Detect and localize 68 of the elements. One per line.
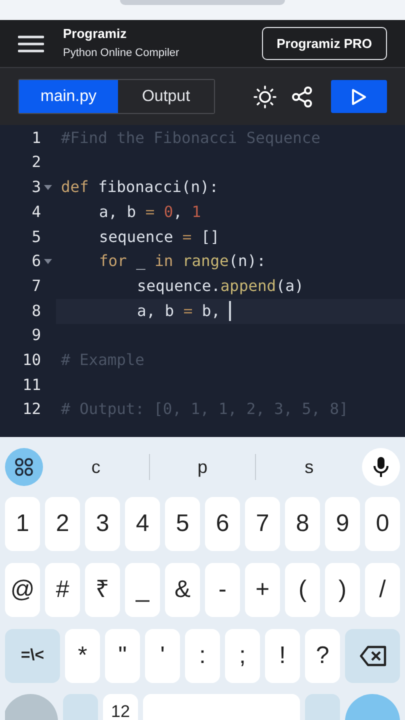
backspace-key[interactable] — [345, 629, 400, 683]
line-number: 5 — [30, 226, 41, 248]
key[interactable]: ( — [285, 563, 320, 617]
apps-button[interactable] — [5, 448, 43, 486]
fold-arrow-icon[interactable] — [44, 258, 52, 265]
share-icon[interactable] — [291, 86, 313, 108]
theme-sun-icon[interactable] — [253, 84, 277, 108]
symbols-key[interactable]: =\< — [5, 629, 60, 683]
key[interactable]: * — [65, 629, 100, 683]
key[interactable]: " — [105, 629, 140, 683]
key[interactable]: 3 — [85, 497, 120, 551]
key[interactable]: / — [365, 563, 400, 617]
suggestion[interactable]: p — [150, 454, 256, 480]
line-number: 9 — [30, 325, 41, 346]
code-line: sequence = [] — [99, 226, 220, 248]
key[interactable]: ! — [265, 629, 300, 683]
file-tab[interactable]: main.py — [19, 80, 118, 113]
key[interactable]: & — [165, 563, 200, 617]
line-number: 2 — [30, 152, 41, 174]
microphone-icon — [373, 456, 389, 478]
key[interactable]: 4 — [125, 497, 160, 551]
key[interactable]: 7 — [245, 497, 280, 551]
key[interactable]: # — [45, 563, 80, 617]
menu-icon[interactable] — [18, 34, 44, 54]
line-number: 10 — [21, 350, 41, 371]
line-number: 4 — [30, 202, 41, 223]
text-cursor — [229, 301, 232, 322]
fold-arrow-icon[interactable] — [44, 184, 52, 191]
key[interactable]: 8 — [285, 497, 320, 551]
suggestion[interactable]: c — [43, 454, 149, 480]
backspace-icon — [358, 645, 386, 667]
mic-button[interactable] — [362, 448, 400, 486]
key[interactable]: 9 — [325, 497, 360, 551]
numbers-key[interactable]: 12 — [103, 694, 138, 720]
key[interactable]: - — [205, 563, 240, 617]
code-line: a, b = b, — [137, 300, 220, 322]
code-line: def fibonacci(n): — [61, 177, 219, 198]
key[interactable]: 2 — [45, 497, 80, 551]
key[interactable]: ' — [145, 629, 180, 683]
key[interactable]: 0 — [365, 497, 400, 551]
key[interactable]: _ — [125, 563, 160, 617]
key[interactable]: @ — [5, 563, 40, 617]
key[interactable]: : — [185, 629, 220, 683]
suggestion[interactable]: s — [256, 454, 362, 480]
key[interactable]: 6 — [205, 497, 240, 551]
line-number: 6 — [30, 251, 41, 272]
code-line: for _ in range(n): — [99, 251, 266, 272]
line-number: 7 — [30, 276, 41, 297]
key[interactable]: ₹ — [85, 563, 120, 617]
key[interactable]: ) — [325, 563, 360, 617]
subtitle: Python Online Compiler — [63, 46, 180, 61]
key[interactable]: 1 — [5, 497, 40, 551]
line-number: 3 — [30, 177, 41, 198]
grid-icon — [14, 457, 34, 477]
line-number: 1 — [30, 128, 41, 149]
key[interactable]: ; — [225, 629, 260, 683]
line-number: 8 — [30, 300, 41, 322]
code-line: a, b = 0, 1 — [99, 202, 201, 223]
run-button[interactable] — [331, 80, 387, 113]
logo: Programiz — [63, 26, 128, 41]
pro-button[interactable]: Programiz PRO — [262, 27, 387, 60]
key[interactable]: + — [245, 563, 280, 617]
line-number: 12 — [21, 399, 41, 420]
key[interactable]: 5 — [165, 497, 200, 551]
play-icon — [351, 88, 367, 106]
line-number: 11 — [21, 374, 41, 396]
key[interactable]: ? — [305, 629, 340, 683]
code-line: sequence.append(a) — [137, 276, 304, 297]
